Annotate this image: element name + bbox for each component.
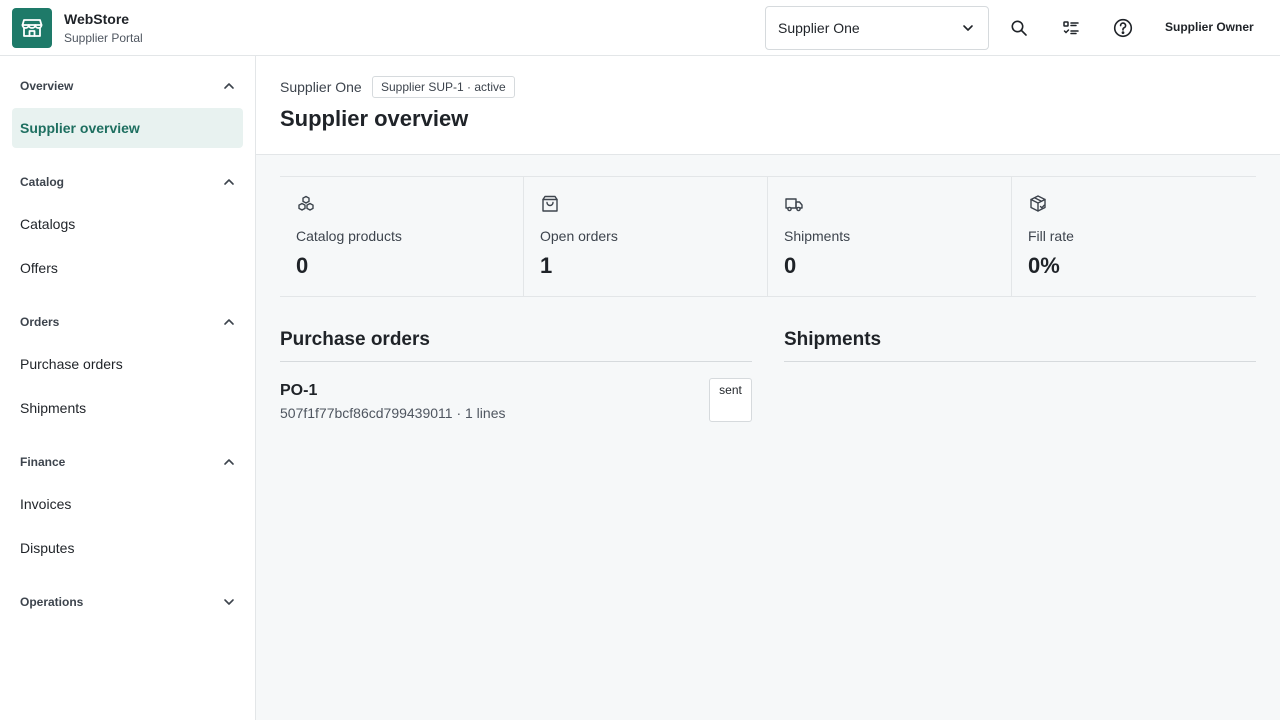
sidebar-item-offers[interactable]: Offers xyxy=(12,248,243,288)
brand-subtitle: Supplier Portal xyxy=(64,30,143,45)
shopping-bag-icon xyxy=(542,195,558,212)
stat-label: Catalog products xyxy=(296,228,402,244)
chevron-up-icon xyxy=(224,179,234,185)
stat-value: 0 xyxy=(296,253,309,278)
top-header: WebStore Supplier Portal Supplier One Su… xyxy=(0,0,1280,56)
store-icon xyxy=(12,7,52,48)
sidebar-section-overview[interactable]: Overview xyxy=(12,74,243,98)
search-icon xyxy=(1011,20,1027,36)
sidebar-section-finance[interactable]: Finance xyxy=(12,450,243,474)
sidebar-section-catalog[interactable]: Catalog xyxy=(12,170,243,194)
sidebar-section-operations[interactable]: Operations xyxy=(12,590,243,614)
sidebar-item-disputes[interactable]: Disputes xyxy=(12,528,243,568)
sidebar-item-supplier-overview[interactable]: Supplier overview xyxy=(12,108,243,148)
po-status-badge: sent xyxy=(709,378,752,422)
search-button[interactable] xyxy=(1005,14,1033,42)
supplier-select-value: Supplier One xyxy=(778,20,860,36)
chevron-down-icon xyxy=(224,599,234,605)
brand[interactable]: WebStore Supplier Portal xyxy=(12,7,143,48)
brand-name: WebStore xyxy=(64,10,130,27)
divider xyxy=(784,361,1256,362)
checklist-icon xyxy=(1063,21,1079,35)
help-button[interactable] xyxy=(1109,14,1137,42)
stat-value: 0 xyxy=(784,253,797,278)
stat-label: Shipments xyxy=(784,228,851,244)
page-header: Supplier One Supplier SUP-1 · active Sup… xyxy=(256,56,1280,155)
sidebar-section-orders[interactable]: Orders xyxy=(12,310,243,334)
stat-shipments: Shipments 0 xyxy=(768,177,1012,296)
page-title: Supplier overview xyxy=(280,106,469,131)
stat-catalog-products: Catalog products 0 xyxy=(280,177,524,296)
truck-icon xyxy=(785,198,803,212)
user-menu[interactable]: Supplier Owner xyxy=(1165,20,1254,34)
stat-open-orders: Open orders 1 xyxy=(524,177,768,296)
stat-label: Open orders xyxy=(540,228,618,244)
po-id[interactable]: PO-1 xyxy=(280,382,317,400)
section-label: Finance xyxy=(20,455,66,469)
chevron-down-icon xyxy=(963,25,973,31)
divider xyxy=(280,361,752,362)
section-label: Orders xyxy=(20,315,60,329)
boxes-icon xyxy=(298,195,314,211)
section-label: Operations xyxy=(20,595,84,609)
stat-fill-rate: Fill rate 0% xyxy=(1012,177,1256,296)
sidebar-item-invoices[interactable]: Invoices xyxy=(12,484,243,524)
main-content: Supplier One Supplier SUP-1 · active Sup… xyxy=(256,56,1280,720)
stat-value: 1 xyxy=(540,253,553,278)
package-check-icon xyxy=(1030,195,1046,212)
sidebar-item-shipments[interactable]: Shipments xyxy=(12,388,243,428)
po-meta: 507f1f77bcf86cd799439011 · 1 lines xyxy=(280,405,506,421)
section-label: Catalog xyxy=(20,175,65,189)
section-label: Overview xyxy=(20,79,74,93)
stat-value: 0% xyxy=(1028,253,1060,278)
sidebar-item-catalogs[interactable]: Catalogs xyxy=(12,204,243,244)
chevron-up-icon xyxy=(224,83,234,89)
purchase-orders-title: Purchase orders xyxy=(280,329,430,350)
help-circle-icon xyxy=(1113,18,1133,38)
breadcrumb[interactable]: Supplier One xyxy=(280,79,362,95)
stats-row: Catalog products 0 Open orders 1 Shipmen… xyxy=(280,176,1256,297)
task-list-button[interactable] xyxy=(1057,14,1085,42)
sidebar-item-purchase-orders[interactable]: Purchase orders xyxy=(12,344,243,384)
supplier-select[interactable]: Supplier One xyxy=(765,6,989,50)
sidebar: Overview Supplier overview Catalog Catal… xyxy=(0,56,256,720)
chevron-up-icon xyxy=(224,459,234,465)
chevron-up-icon xyxy=(224,319,234,325)
shipments-title: Shipments xyxy=(784,329,882,350)
supplier-status-chip: Supplier SUP-1 · active xyxy=(372,76,515,98)
stat-label: Fill rate xyxy=(1028,228,1074,244)
